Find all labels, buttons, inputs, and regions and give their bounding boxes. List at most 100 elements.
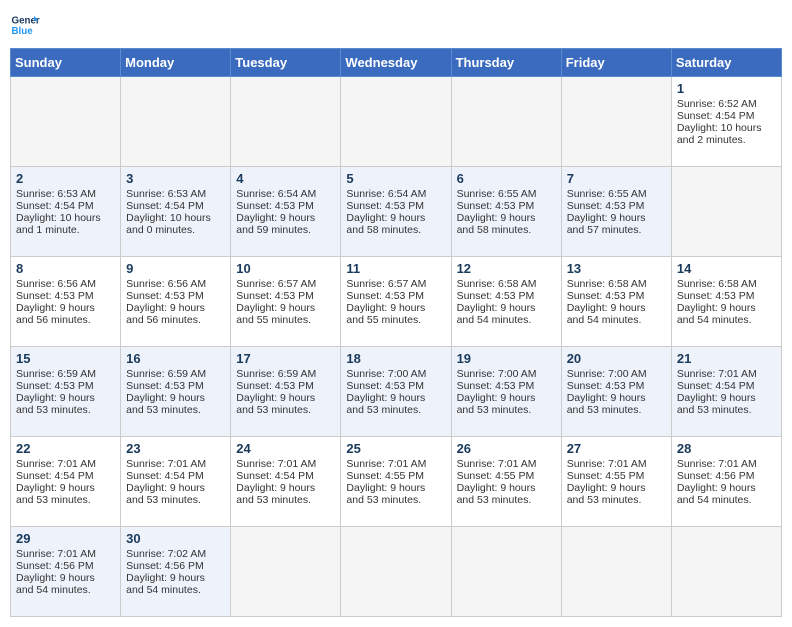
- calendar-day-header: Wednesday: [341, 49, 451, 77]
- calendar-day-cell: 14Sunrise: 6:58 AMSunset: 4:53 PMDayligh…: [671, 257, 781, 347]
- daylight-text: Daylight: 9 hours and 53 minutes.: [236, 482, 315, 506]
- day-number: 13: [567, 261, 666, 276]
- daylight-text: Daylight: 9 hours and 53 minutes.: [457, 482, 536, 506]
- sunset-text: Sunset: 4:53 PM: [457, 200, 535, 212]
- sunrise-text: Sunrise: 6:54 AM: [346, 188, 426, 200]
- calendar-day-cell: 22Sunrise: 7:01 AMSunset: 4:54 PMDayligh…: [11, 437, 121, 527]
- daylight-text: Daylight: 9 hours and 55 minutes.: [236, 302, 315, 326]
- daylight-text: Daylight: 9 hours and 54 minutes.: [677, 482, 756, 506]
- sunrise-text: Sunrise: 6:53 AM: [126, 188, 206, 200]
- sunset-text: Sunset: 4:53 PM: [16, 380, 94, 392]
- day-number: 26: [457, 441, 556, 456]
- calendar-week-row: 2Sunrise: 6:53 AMSunset: 4:54 PMDaylight…: [11, 167, 782, 257]
- calendar-day-cell: 19Sunrise: 7:00 AMSunset: 4:53 PMDayligh…: [451, 347, 561, 437]
- daylight-text: Daylight: 9 hours and 53 minutes.: [236, 392, 315, 416]
- calendar-day-cell: 7 Sunrise: 6:55 AMSunset: 4:53 PMDaylight…: [561, 167, 671, 257]
- day-number: 15: [16, 351, 115, 366]
- daylight-text: Daylight: 9 hours and 59 minutes.: [236, 212, 315, 236]
- sunset-text: Sunset: 4:56 PM: [677, 470, 755, 482]
- calendar-day-cell: 17Sunrise: 6:59 AMSunset: 4:53 PMDayligh…: [231, 347, 341, 437]
- calendar-day-cell: 25Sunrise: 7:01 AMSunset: 4:55 PMDayligh…: [341, 437, 451, 527]
- daylight-text: Daylight: 9 hours and 53 minutes.: [567, 482, 646, 506]
- sunset-text: Sunset: 4:55 PM: [567, 470, 645, 482]
- day-number: 30: [126, 531, 225, 546]
- sunrise-text: Sunrise: 6:55 AM: [567, 188, 647, 200]
- sunset-text: Sunset: 4:53 PM: [457, 380, 535, 392]
- calendar-day-cell: 5Sunrise: 6:54 AMSunset: 4:53 PMDaylight…: [341, 167, 451, 257]
- daylight-text: Daylight: 9 hours and 55 minutes.: [346, 302, 425, 326]
- day-number: 21: [677, 351, 776, 366]
- sunrise-text: Sunrise: 6:55 AM: [457, 188, 537, 200]
- daylight-text: Daylight: 10 hours and 1 minute.: [16, 212, 101, 236]
- calendar-day-cell: 12Sunrise: 6:58 AMSunset: 4:53 PMDayligh…: [451, 257, 561, 347]
- sunset-text: Sunset: 4:53 PM: [567, 200, 645, 212]
- calendar-day-cell: 29Sunrise: 7:01 AMSunset: 4:56 PMDayligh…: [11, 527, 121, 617]
- sunset-text: Sunset: 4:54 PM: [16, 470, 94, 482]
- day-number: 29: [16, 531, 115, 546]
- sunrise-text: Sunrise: 6:58 AM: [677, 278, 757, 290]
- sunrise-text: Sunrise: 7:00 AM: [457, 368, 537, 380]
- sunset-text: Sunset: 4:54 PM: [16, 200, 94, 212]
- sunset-text: Sunset: 4:53 PM: [346, 380, 424, 392]
- day-number: 18: [346, 351, 445, 366]
- day-number: 28: [677, 441, 776, 456]
- calendar-day-cell: 1Sunrise: 6:52 AMSunset: 4:54 PMDaylight…: [671, 77, 781, 167]
- calendar-day-cell: 11Sunrise: 6:57 AMSunset: 4:53 PMDayligh…: [341, 257, 451, 347]
- sunset-text: Sunset: 4:56 PM: [126, 560, 204, 572]
- sunrise-text: Sunrise: 7:01 AM: [567, 458, 647, 470]
- calendar-day-cell: 15Sunrise: 6:59 AMSunset: 4:53 PMDayligh…: [11, 347, 121, 437]
- daylight-text: Daylight: 9 hours and 56 minutes.: [126, 302, 205, 326]
- calendar-day-cell: 20Sunrise: 7:00 AMSunset: 4:53 PMDayligh…: [561, 347, 671, 437]
- day-number: 5: [346, 171, 445, 186]
- sunrise-text: Sunrise: 6:52 AM: [677, 98, 757, 110]
- sunrise-text: Sunrise: 6:54 AM: [236, 188, 316, 200]
- calendar-week-row: 29Sunrise: 7:01 AMSunset: 4:56 PMDayligh…: [11, 527, 782, 617]
- daylight-text: Daylight: 9 hours and 53 minutes.: [126, 482, 205, 506]
- day-number: 6: [457, 171, 556, 186]
- day-number: 7: [567, 171, 666, 186]
- sunrise-text: Sunrise: 6:53 AM: [16, 188, 96, 200]
- sunrise-text: Sunrise: 7:01 AM: [16, 548, 96, 560]
- daylight-text: Daylight: 9 hours and 54 minutes.: [457, 302, 536, 326]
- sunset-text: Sunset: 4:54 PM: [236, 470, 314, 482]
- calendar-day-header: Saturday: [671, 49, 781, 77]
- calendar-body: 1Sunrise: 6:52 AMSunset: 4:54 PMDaylight…: [11, 77, 782, 617]
- sunset-text: Sunset: 4:53 PM: [346, 200, 424, 212]
- calendar-day-cell: 10Sunrise: 6:57 AMSunset: 4:53 PMDayligh…: [231, 257, 341, 347]
- sunrise-text: Sunrise: 7:01 AM: [346, 458, 426, 470]
- calendar-day-cell: [231, 77, 341, 167]
- calendar-day-cell: 26Sunrise: 7:01 AMSunset: 4:55 PMDayligh…: [451, 437, 561, 527]
- sunset-text: Sunset: 4:54 PM: [126, 470, 204, 482]
- calendar-day-cell: [451, 77, 561, 167]
- daylight-text: Daylight: 9 hours and 53 minutes.: [346, 482, 425, 506]
- calendar-week-row: 1Sunrise: 6:52 AMSunset: 4:54 PMDaylight…: [11, 77, 782, 167]
- calendar-day-cell: 23Sunrise: 7:01 AMSunset: 4:54 PMDayligh…: [121, 437, 231, 527]
- daylight-text: Daylight: 9 hours and 53 minutes.: [677, 392, 756, 416]
- calendar-day-cell: 27Sunrise: 7:01 AMSunset: 4:55 PMDayligh…: [561, 437, 671, 527]
- sunrise-text: Sunrise: 6:57 AM: [236, 278, 316, 290]
- calendar-day-cell: 4Sunrise: 6:54 AMSunset: 4:53 PMDaylight…: [231, 167, 341, 257]
- daylight-text: Daylight: 9 hours and 54 minutes.: [16, 572, 95, 596]
- svg-text:Blue: Blue: [12, 26, 34, 37]
- day-number: 24: [236, 441, 335, 456]
- calendar-day-cell: 9Sunrise: 6:56 AMSunset: 4:53 PMDaylight…: [121, 257, 231, 347]
- daylight-text: Daylight: 9 hours and 54 minutes.: [126, 572, 205, 596]
- sunrise-text: Sunrise: 7:01 AM: [16, 458, 96, 470]
- daylight-text: Daylight: 9 hours and 57 minutes.: [567, 212, 646, 236]
- calendar-day-cell: 21Sunrise: 7:01 AMSunset: 4:54 PMDayligh…: [671, 347, 781, 437]
- day-number: 25: [346, 441, 445, 456]
- sunset-text: Sunset: 4:53 PM: [346, 290, 424, 302]
- calendar-day-cell: 28Sunrise: 7:01 AMSunset: 4:56 PMDayligh…: [671, 437, 781, 527]
- calendar-day-cell: 13Sunrise: 6:58 AMSunset: 4:53 PMDayligh…: [561, 257, 671, 347]
- sunset-text: Sunset: 4:54 PM: [677, 110, 755, 122]
- day-number: 3: [126, 171, 225, 186]
- sunrise-text: Sunrise: 6:57 AM: [346, 278, 426, 290]
- daylight-text: Daylight: 10 hours and 0 minutes.: [126, 212, 211, 236]
- daylight-text: Daylight: 9 hours and 53 minutes.: [16, 392, 95, 416]
- calendar-day-cell: 24 Sunrise: 7:01 AMSunset: 4:54 PMDayligh…: [231, 437, 341, 527]
- calendar-day-cell: [11, 77, 121, 167]
- sunrise-text: Sunrise: 7:01 AM: [236, 458, 316, 470]
- sunrise-text: Sunrise: 7:00 AM: [567, 368, 647, 380]
- calendar-day-header: Sunday: [11, 49, 121, 77]
- sunset-text: Sunset: 4:55 PM: [457, 470, 535, 482]
